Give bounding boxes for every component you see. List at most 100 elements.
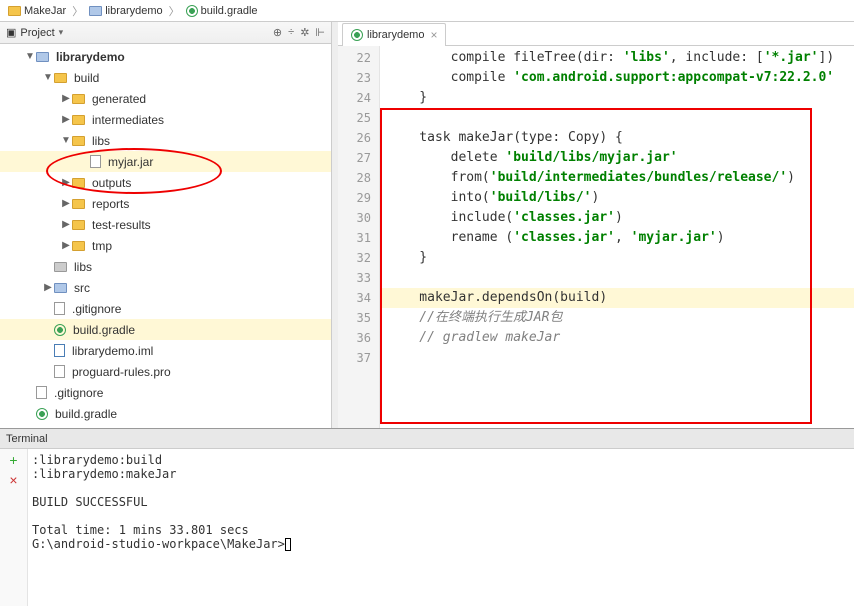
sidebar-tools: ⊕ ÷ ✲ ⊩ — [273, 26, 325, 39]
file-icon — [90, 155, 101, 168]
tool-settings-icon[interactable]: ✲ — [300, 26, 309, 39]
editor-tabbar: librarydemo × — [338, 22, 854, 46]
terminal-pane: Terminal + × :librarydemo:build :library… — [0, 428, 854, 606]
folder-icon — [72, 136, 85, 146]
editor-tab[interactable]: librarydemo × — [342, 23, 446, 46]
terminal-body: + × :librarydemo:build :librarydemo:make… — [0, 449, 854, 606]
gradle-icon — [186, 5, 198, 17]
folder-icon — [72, 178, 85, 188]
code-line — [380, 108, 854, 128]
folder-icon — [72, 241, 85, 251]
folder-icon — [72, 220, 85, 230]
tree-row[interactable]: ▼build — [0, 67, 331, 88]
close-session-icon[interactable]: × — [6, 473, 22, 489]
code-editor[interactable]: 22232425262728293031323334353637 compile… — [338, 46, 854, 428]
chevron-right-icon: 〉 — [72, 3, 83, 19]
tree-row[interactable]: librarydemo.iml — [0, 340, 331, 361]
terminal-toolbar: + × — [0, 449, 28, 606]
tree-row[interactable]: myjar.jar — [0, 151, 331, 172]
chevron-right-icon[interactable]: ▶ — [60, 114, 72, 125]
tree-item-label: libs — [74, 260, 92, 274]
tree-row[interactable]: ▶ src — [0, 277, 331, 298]
code-line: } — [380, 248, 854, 268]
tree-item-label: .gitignore — [54, 386, 103, 400]
editor-area: librarydemo × 22232425262728293031323334… — [338, 22, 854, 428]
tree-row[interactable]: ▶ generated — [0, 88, 331, 109]
folder-blue-icon — [36, 52, 49, 62]
terminal-header[interactable]: Terminal — [0, 429, 854, 449]
folder-icon — [72, 115, 85, 125]
tree-row[interactable]: ▶tmp — [0, 235, 331, 256]
terminal-prompt: G:\android-studio-workpace\MakeJar> — [32, 537, 285, 551]
chevron-down-icon[interactable]: ▼ — [42, 72, 54, 83]
tree-item-label: generated — [92, 92, 146, 106]
chevron-right-icon[interactable]: ▶ — [42, 282, 54, 293]
tool-sync-icon[interactable]: ⊕ — [273, 26, 282, 39]
tree-row[interactable]: ▶ outputs — [0, 172, 331, 193]
chevron-right-icon[interactable]: ▶ — [60, 240, 72, 251]
breadcrumb-item[interactable]: librarydemo — [85, 5, 166, 17]
code-line: //在终端执行生成JAR包 — [380, 308, 854, 328]
tree-item-label: myjar.jar — [108, 155, 153, 169]
code-line: into('build/libs/') — [380, 188, 854, 208]
tree-row[interactable]: proguard-rules.pro — [0, 361, 331, 382]
file-icon — [54, 302, 65, 315]
sidebar-title[interactable]: ▣Project▾ — [6, 26, 273, 39]
folder-icon — [54, 73, 67, 83]
tree-item-label: outputs — [92, 176, 131, 190]
code-content[interactable]: compile fileTree(dir: 'libs', include: [… — [380, 46, 854, 428]
chevron-right-icon[interactable]: ▶ — [60, 93, 72, 104]
breadcrumb-item[interactable]: MakeJar — [4, 5, 70, 17]
gradle-icon — [54, 324, 66, 336]
tree-item-label: src — [74, 281, 90, 295]
tree-item-label: build.gradle — [73, 323, 135, 337]
code-line: compile 'com.android.support:appcompat-v… — [380, 68, 854, 88]
tree-row[interactable]: ▶reports — [0, 193, 331, 214]
folder-gray-icon — [54, 262, 67, 272]
terminal-cursor — [285, 538, 291, 551]
chevron-right-icon: 〉 — [169, 3, 180, 19]
line-gutter: 22232425262728293031323334353637 — [338, 46, 380, 428]
file-icon — [36, 386, 47, 399]
main-area: ▣Project▾ ⊕ ÷ ✲ ⊩ ▼librarydemo▼build ▶ gen… — [0, 22, 854, 428]
new-session-icon[interactable]: + — [6, 453, 22, 469]
tree-row[interactable]: build.gradle — [0, 403, 331, 424]
file-blue-icon — [54, 344, 65, 357]
tree-item-label: .gitignore — [72, 302, 121, 316]
gradle-icon — [36, 408, 48, 420]
breadcrumb-item[interactable]: build.gradle — [182, 5, 262, 17]
chevron-right-icon[interactable]: ▶ — [60, 177, 72, 188]
file-icon — [54, 365, 65, 378]
tree-row[interactable]: ▼librarydemo — [0, 46, 331, 67]
tree-row[interactable]: build.gradle — [0, 319, 331, 340]
tree-row[interactable]: .gitignore — [0, 382, 331, 403]
code-line — [380, 268, 854, 288]
sidebar-header: ▣Project▾ ⊕ ÷ ✲ ⊩ — [0, 22, 331, 44]
code-line: include('classes.jar') — [380, 208, 854, 228]
project-tree[interactable]: ▼librarydemo▼build ▶ generated ▶ intermediat… — [0, 44, 331, 428]
code-line — [380, 348, 854, 368]
code-line: from('build/intermediates/bundles/releas… — [380, 168, 854, 188]
tree-row[interactable]: .gitignore — [0, 298, 331, 319]
chevron-down-icon[interactable]: ▼ — [24, 51, 36, 62]
tree-item-label: build.gradle — [55, 407, 117, 421]
tree-row[interactable]: ▼ libs — [0, 130, 331, 151]
tree-item-label: librarydemo.iml — [72, 344, 153, 358]
tool-hide-icon[interactable]: ⊩ — [315, 26, 325, 39]
chevron-right-icon[interactable]: ▶ — [60, 198, 72, 209]
folder-icon — [72, 94, 85, 104]
close-icon[interactable]: × — [430, 28, 437, 42]
tree-row[interactable]: ▶test-results — [0, 214, 331, 235]
terminal-output[interactable]: :librarydemo:build :librarydemo:makeJar … — [28, 449, 854, 606]
tree-row[interactable]: libs — [0, 256, 331, 277]
folder-icon — [8, 6, 21, 16]
tree-item-label: intermediates — [92, 113, 164, 127]
tree-row[interactable]: ▶ intermediates — [0, 109, 331, 130]
tree-item-label: libs — [92, 134, 110, 148]
code-line: delete 'build/libs/myjar.jar' — [380, 148, 854, 168]
tool-collapse-icon[interactable]: ÷ — [288, 26, 294, 39]
chevron-down-icon[interactable]: ▼ — [60, 135, 72, 146]
code-line: // gradlew makeJar — [380, 328, 854, 348]
code-line: task makeJar(type: Copy) { — [380, 128, 854, 148]
chevron-right-icon[interactable]: ▶ — [60, 219, 72, 230]
